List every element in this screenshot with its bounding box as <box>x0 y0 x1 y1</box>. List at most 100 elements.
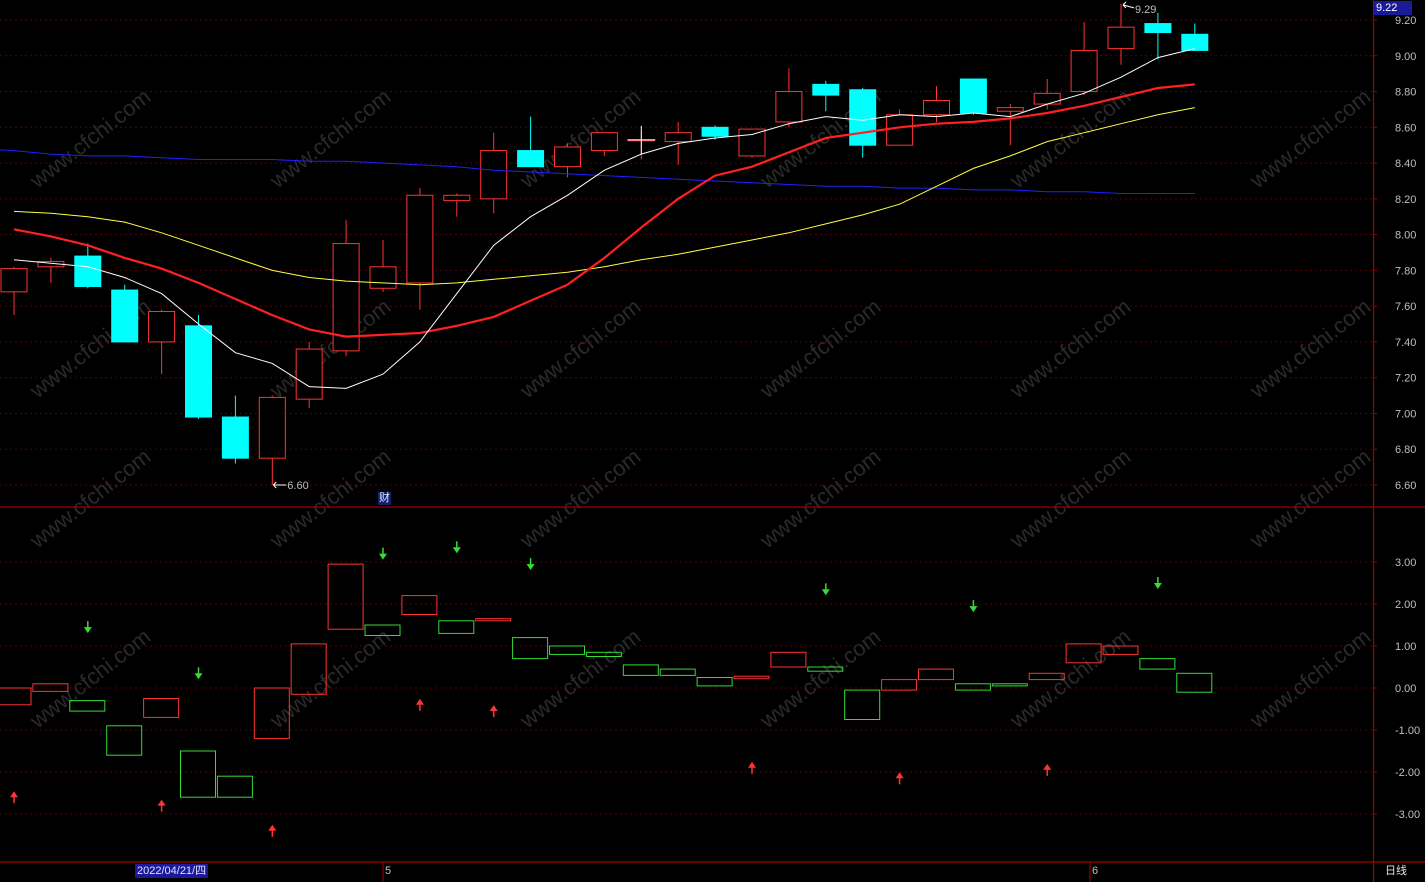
candle-down[interactable] <box>849 89 877 146</box>
candle-down[interactable] <box>1144 23 1172 34</box>
watermark-text: www.cfchi.com <box>1244 624 1375 734</box>
indicator-box-down[interactable] <box>438 620 475 634</box>
arrow-head <box>821 589 830 596</box>
watermark-text: www.cfchi.com <box>24 444 155 554</box>
indicator-box-down[interactable] <box>549 645 585 655</box>
stock-chart[interactable]: www.cfchi.com www.cfchi.com www.cfchi.com w… <box>0 0 1425 882</box>
buy-arrow-icon <box>895 772 904 785</box>
arrow-head <box>268 824 277 831</box>
indicator-panel[interactable] <box>0 541 1213 837</box>
candle-up[interactable] <box>775 91 803 123</box>
candle-down[interactable] <box>959 78 987 114</box>
candle-up[interactable] <box>443 194 471 202</box>
candle-up[interactable] <box>590 132 618 152</box>
indicator-box-down[interactable] <box>622 664 659 676</box>
candle-up[interactable] <box>738 128 766 157</box>
watermark-text: www.cfchi.com <box>264 444 395 554</box>
candle-up[interactable] <box>295 348 323 400</box>
watermark-text: www.cfchi.com <box>754 624 885 734</box>
candle-down[interactable] <box>812 83 840 96</box>
indicator-box-up[interactable] <box>881 679 918 691</box>
indicator-box-up[interactable] <box>475 618 512 622</box>
candle-down[interactable] <box>517 150 545 168</box>
indicator-box-up[interactable] <box>770 651 807 668</box>
indicator-box-down[interactable] <box>1139 658 1176 670</box>
candle-up[interactable] <box>923 99 950 116</box>
candle-down[interactable] <box>74 255 102 287</box>
month-label-june: 6 <box>1092 865 1099 877</box>
price-axis-label: 7.80 <box>1395 265 1416 277</box>
watermark-text: www.cfchi.com <box>514 294 645 404</box>
indicator-box-up[interactable] <box>143 698 180 718</box>
indicator-box-down[interactable] <box>1176 672 1213 693</box>
watermark-text: www.cfchi.com <box>1004 444 1135 554</box>
candle-down[interactable] <box>185 325 212 418</box>
candle-down[interactable] <box>1181 33 1209 51</box>
indicator-box-down[interactable] <box>180 750 216 798</box>
high-price-annotation: 9.29 <box>1135 4 1156 16</box>
indicator-axis-label: -1.00 <box>1395 725 1420 737</box>
arrow-head <box>10 791 18 798</box>
candle-down[interactable] <box>701 126 729 137</box>
candle-up[interactable] <box>369 266 397 289</box>
candle-up[interactable] <box>406 194 434 284</box>
sell-arrow-icon <box>83 621 92 634</box>
arrow-head <box>157 799 166 806</box>
candle-up[interactable] <box>1070 49 1098 93</box>
indicator-box-down[interactable] <box>216 775 253 798</box>
finance-report-marker[interactable]: 财 <box>378 492 391 505</box>
candle-up[interactable] <box>148 311 176 343</box>
indicator-box-down[interactable] <box>954 683 991 691</box>
buy-arrow-icon <box>157 799 166 812</box>
price-axis-label: 6.80 <box>1395 444 1416 456</box>
price-axis-label: 8.80 <box>1395 87 1416 99</box>
period-daily-button[interactable]: 日线 <box>1385 864 1407 878</box>
indicator-box-up[interactable] <box>401 595 438 615</box>
buy-arrow-icon <box>415 698 424 711</box>
sell-arrow-icon <box>821 583 830 596</box>
watermark-text: www.cfchi.com <box>1004 84 1135 194</box>
candle-up[interactable] <box>554 146 581 168</box>
candle-down[interactable] <box>111 289 139 343</box>
price-axis-label: 8.40 <box>1395 158 1416 170</box>
indicator-box-up[interactable] <box>0 687 32 706</box>
watermark: www.cfchi.com www.cfchi.com www.cfchi.com w… <box>24 84 1375 734</box>
indicator-box-down[interactable] <box>844 689 881 720</box>
month-label-may: 5 <box>385 865 392 877</box>
candle-up[interactable] <box>886 114 914 146</box>
buy-arrow-icon <box>10 791 18 804</box>
low-arrow-icon <box>272 481 287 489</box>
price-axis-label: 7.00 <box>1395 408 1416 420</box>
watermark-text: www.cfchi.com <box>1244 294 1375 404</box>
price-axis-label: 8.00 <box>1395 230 1416 242</box>
watermark-text: www.cfchi.com <box>1244 444 1375 554</box>
indicator-box-up[interactable] <box>733 675 770 680</box>
indicator-box-down[interactable] <box>696 677 733 687</box>
indicator-box-down[interactable] <box>991 683 1028 687</box>
candle-up[interactable] <box>1107 26 1135 50</box>
sell-arrow-icon <box>1153 577 1162 589</box>
arrow-head <box>379 553 387 560</box>
candle-up[interactable] <box>0 268 28 293</box>
indicator-axis-label: -2.00 <box>1395 767 1420 779</box>
indicator-box-up[interactable] <box>327 563 364 630</box>
arrow-head <box>1043 763 1052 770</box>
high-arrow-icon <box>1122 1 1135 9</box>
cursor-date-label: 2022/04/21/四 <box>135 864 209 878</box>
watermark-text: www.cfchi.com <box>754 294 885 404</box>
candle-up[interactable] <box>1033 92 1061 105</box>
candle-up[interactable] <box>996 107 1024 112</box>
candle-up[interactable] <box>480 150 508 200</box>
watermark-text: www.cfchi.com <box>24 84 155 194</box>
buy-arrow-icon <box>268 824 277 837</box>
price-panel[interactable] <box>0 3 1209 485</box>
candle-up[interactable] <box>664 132 692 143</box>
arrow-head <box>895 772 904 779</box>
candle-down[interactable] <box>221 416 249 459</box>
indicator-box-down[interactable] <box>659 668 696 676</box>
candle-up[interactable] <box>258 396 286 459</box>
sell-arrow-icon <box>526 558 535 571</box>
indicator-box-down[interactable] <box>512 637 549 660</box>
indicator-box-up[interactable] <box>918 668 954 681</box>
indicator-axis-label: 0.00 <box>1395 683 1416 695</box>
